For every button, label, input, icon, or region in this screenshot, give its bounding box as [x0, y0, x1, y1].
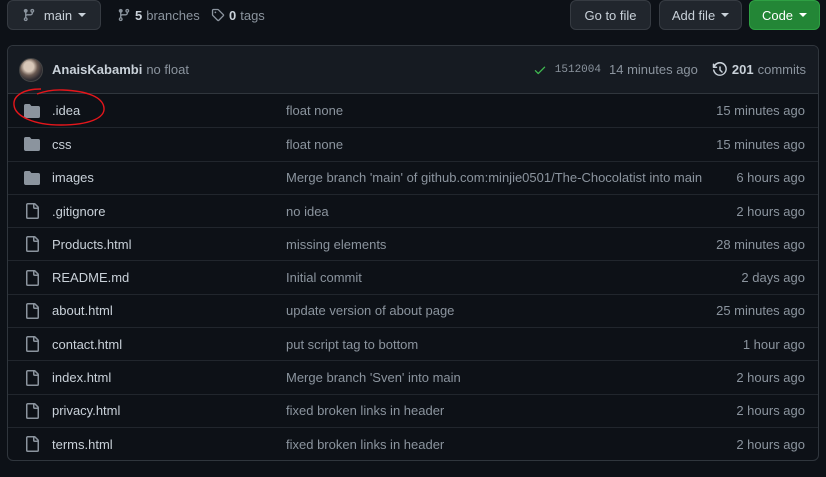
file-commit-message[interactable]: no idea	[286, 204, 329, 219]
file-commit-message[interactable]: fixed broken links in header	[286, 437, 444, 452]
file-commit-message[interactable]: fixed broken links in header	[286, 403, 444, 418]
file-icon	[26, 436, 39, 453]
tags-link[interactable]: 0 tags	[211, 0, 265, 30]
file-name-link[interactable]: contact.html	[52, 337, 122, 352]
file-commit-age: 2 hours ago	[736, 436, 805, 452]
branches-count: 5	[135, 7, 143, 23]
file-name-link[interactable]: about.html	[52, 303, 113, 318]
file-commit-age: 2 hours ago	[736, 403, 805, 419]
commit-message[interactable]: no float	[146, 62, 189, 77]
chevron-down-icon	[78, 13, 87, 17]
file-name-link[interactable]: Products.html	[52, 237, 131, 252]
file-name-link[interactable]: css	[52, 137, 72, 152]
file-icon	[26, 402, 39, 419]
file-row[interactable]: privacy.html fixed broken links in header…	[8, 393, 818, 427]
file-row[interactable]: index.html Merge branch 'Sven' into main 2…	[8, 360, 818, 393]
file-commit-message[interactable]: float none	[286, 103, 343, 118]
code-label: Code	[761, 7, 794, 23]
history-icon	[712, 61, 727, 76]
file-commit-message[interactable]: missing elements	[286, 237, 386, 252]
file-commit-message[interactable]: update version of about page	[286, 303, 454, 318]
file-commit-age: 15 minutes ago	[716, 103, 805, 119]
file-name-link[interactable]: images	[52, 170, 94, 185]
branches-label: branches	[146, 7, 200, 23]
file-name-link[interactable]: terms.html	[52, 437, 113, 452]
folder-icon	[24, 103, 40, 118]
file-row[interactable]: README.md Initial commit 2 days ago	[8, 260, 818, 293]
tags-label: tags	[240, 7, 265, 23]
file-commit-age: 28 minutes ago	[716, 236, 805, 252]
file-row[interactable]: terms.html fixed broken links in header 2 …	[8, 426, 818, 460]
check-icon[interactable]	[533, 63, 547, 77]
file-name-link[interactable]: .idea	[52, 103, 80, 118]
file-icon	[26, 236, 39, 253]
commit-sha[interactable]: 1512004	[555, 64, 601, 76]
file-commit-message[interactable]: Initial commit	[286, 270, 362, 285]
go-to-file-label: Go to file	[584, 7, 637, 23]
file-row[interactable]: .idea float none 15 minutes ago	[8, 94, 818, 127]
commits-label: commits	[757, 62, 806, 77]
folder-icon	[24, 170, 40, 185]
commit-time: 14 minutes ago	[609, 62, 698, 77]
file-name-link[interactable]: privacy.html	[52, 403, 120, 418]
repo-toolbar: main 5 branches 0 tags Go to file Add fi…	[0, 0, 826, 30]
file-browser: AnaisKabambi no float 1512004 14 minutes…	[7, 45, 819, 461]
chevron-down-icon	[721, 13, 730, 17]
git-branch-icon	[118, 8, 130, 22]
file-commit-message[interactable]: float none	[286, 137, 343, 152]
folder-icon	[24, 137, 40, 152]
tags-count: 0	[229, 7, 237, 23]
file-commit-message[interactable]: Merge branch 'main' of github.com:minjie…	[286, 170, 702, 185]
file-row[interactable]: images Merge branch 'main' of github.com:…	[8, 160, 818, 194]
file-commit-age: 2 hours ago	[736, 370, 805, 386]
commits-count: 201	[731, 62, 754, 77]
add-file-label: Add file	[671, 7, 716, 23]
commit-author-info: AnaisKabambi no float	[52, 46, 189, 93]
file-row[interactable]: contact.html put script tag to bottom 1 ho…	[8, 327, 818, 360]
file-commit-age: 15 minutes ago	[716, 136, 805, 152]
file-icon	[26, 336, 39, 353]
latest-commit-header: AnaisKabambi no float 1512004 14 minutes…	[8, 46, 818, 94]
commit-author[interactable]: AnaisKabambi	[52, 62, 142, 77]
tag-icon	[211, 8, 225, 22]
branch-selector-button[interactable]: main	[7, 0, 101, 30]
file-commit-message[interactable]: put script tag to bottom	[286, 337, 418, 352]
git-branch-icon	[23, 8, 35, 22]
file-name-link[interactable]: index.html	[52, 370, 111, 385]
branch-name: main	[43, 7, 73, 23]
commits-link[interactable]: 201 commits	[712, 61, 806, 78]
file-icon	[26, 269, 39, 286]
file-name-link[interactable]: README.md	[52, 270, 129, 285]
code-button[interactable]: Code	[749, 0, 820, 30]
file-row[interactable]: about.html update version of about page 25…	[8, 293, 818, 327]
file-row[interactable]: .gitignore no idea 2 hours ago	[8, 193, 818, 227]
commit-meta: 1512004 14 minutes ago 201 commits	[533, 46, 806, 93]
file-icon	[26, 203, 39, 220]
file-row[interactable]: Products.html missing elements 28 minutes …	[8, 227, 818, 260]
go-to-file-button[interactable]: Go to file	[570, 0, 651, 30]
file-commit-message[interactable]: Merge branch 'Sven' into main	[286, 370, 461, 385]
add-file-button[interactable]: Add file	[659, 0, 742, 30]
file-commit-age: 1 hour ago	[742, 336, 805, 352]
file-icon	[26, 369, 39, 386]
file-name-link[interactable]: .gitignore	[52, 204, 105, 219]
avatar[interactable]	[19, 58, 43, 82]
file-row[interactable]: css float none 15 minutes ago	[8, 127, 818, 160]
file-commit-age: 2 hours ago	[736, 203, 805, 219]
branches-link[interactable]: 5 branches	[117, 0, 200, 30]
file-commit-age: 2 days ago	[741, 270, 805, 286]
file-commit-age: 6 hours ago	[736, 170, 805, 186]
chevron-down-icon	[799, 13, 808, 17]
file-commit-age: 25 minutes ago	[716, 303, 805, 319]
file-list: .idea float none 15 minutes ago css float no…	[8, 94, 818, 460]
file-icon	[26, 302, 39, 319]
